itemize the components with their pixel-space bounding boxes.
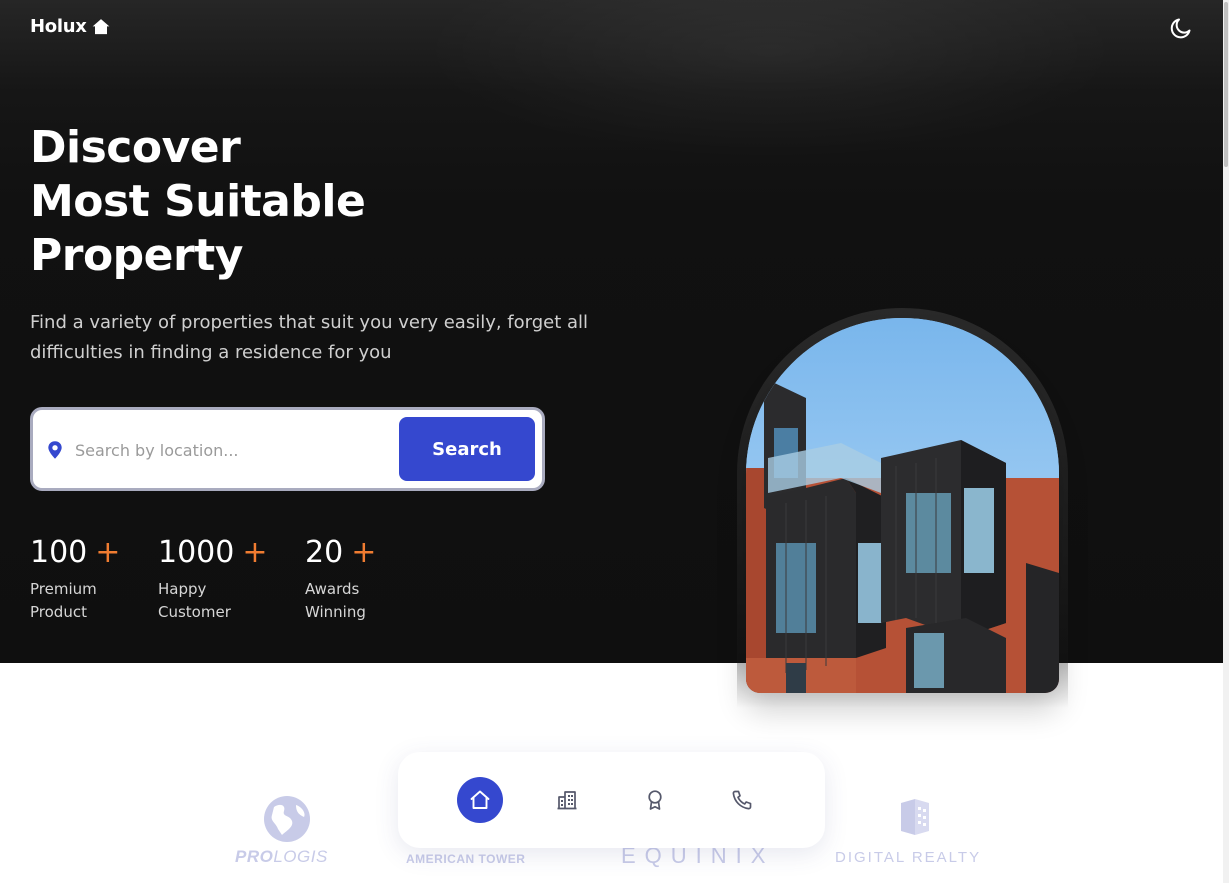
prologis-part1: PRO [235, 847, 274, 866]
location-pin-icon [48, 441, 62, 459]
theme-toggle-button[interactable] [1168, 15, 1194, 41]
stat-label: Awards Winning [305, 578, 425, 624]
headline-line-3: Property [30, 230, 243, 281]
stat-plus: + [242, 535, 268, 570]
search-button[interactable]: Search [399, 417, 535, 481]
stat-label-line: Winning [305, 603, 366, 621]
stat-awards-winning: 20 + Awards Winning [305, 534, 425, 624]
stat-label-line: Product [30, 603, 87, 621]
hero-glow [420, 0, 1120, 160]
hero-headline: Discover Most Suitable Property [30, 121, 470, 283]
stat-plus: + [351, 535, 377, 570]
search-input[interactable] [75, 426, 395, 474]
partner-logo-digital-realty: DIGITAL REALTY [835, 797, 995, 867]
stat-label-line: Premium [30, 580, 97, 598]
page: Holux Discover Most Suitable Property Fi… [0, 0, 1229, 883]
stat-label-line: Customer [158, 603, 231, 621]
scrollbar-thumb[interactable] [1224, 2, 1228, 167]
brand-name: Holux [30, 16, 87, 37]
scrollbar[interactable] [1223, 0, 1229, 883]
bottom-nav-bar [398, 752, 825, 848]
headline-line-2: Most Suitable [30, 176, 366, 227]
stat-number: 1000 [158, 535, 235, 570]
brand-logo[interactable]: Holux [30, 16, 111, 37]
partner-logo-prologis: PROLOGIS [235, 795, 345, 867]
home-icon [92, 18, 109, 34]
stat-number: 20 [305, 535, 344, 570]
search-bar: Search [30, 407, 545, 491]
award-icon [648, 790, 662, 810]
building-icon [557, 791, 577, 810]
hero-building-image [746, 318, 1059, 693]
globe-icon [264, 796, 310, 842]
stat-value: 20 + [305, 534, 425, 572]
nav-awards-button[interactable] [632, 777, 678, 823]
phone-icon [732, 790, 752, 810]
digital-realty-wordmark: DIGITAL REALTY [835, 849, 982, 866]
stat-premium-product: 100 + Premium Product [30, 534, 150, 624]
building-photo [746, 318, 1059, 693]
cube-icon [901, 799, 929, 835]
prologis-part2: LOGIS [273, 847, 328, 866]
stat-value: 1000 + [158, 534, 278, 572]
hero-subtitle: Find a variety of properties that suit y… [30, 312, 589, 363]
partner-logo-american-tower: AMERICAN TOWER [406, 852, 526, 866]
headline-line-1: Discover [30, 122, 241, 173]
moon-icon [1170, 18, 1191, 39]
home-icon [470, 790, 490, 809]
stat-label-line: Happy [158, 580, 207, 598]
nav-contact-button[interactable] [719, 777, 765, 823]
stat-value: 100 + [30, 534, 150, 572]
stat-plus: + [95, 535, 121, 570]
stat-number: 100 [30, 535, 88, 570]
stat-label: Premium Product [30, 578, 150, 624]
prologis-wordmark: PROLOGIS [235, 847, 328, 867]
nav-properties-button[interactable] [544, 777, 590, 823]
stat-label-line: Awards [305, 580, 360, 598]
stat-happy-customer: 1000 + Happy Customer [158, 534, 278, 624]
nav-home-button[interactable] [457, 777, 503, 823]
stat-label: Happy Customer [158, 578, 278, 624]
